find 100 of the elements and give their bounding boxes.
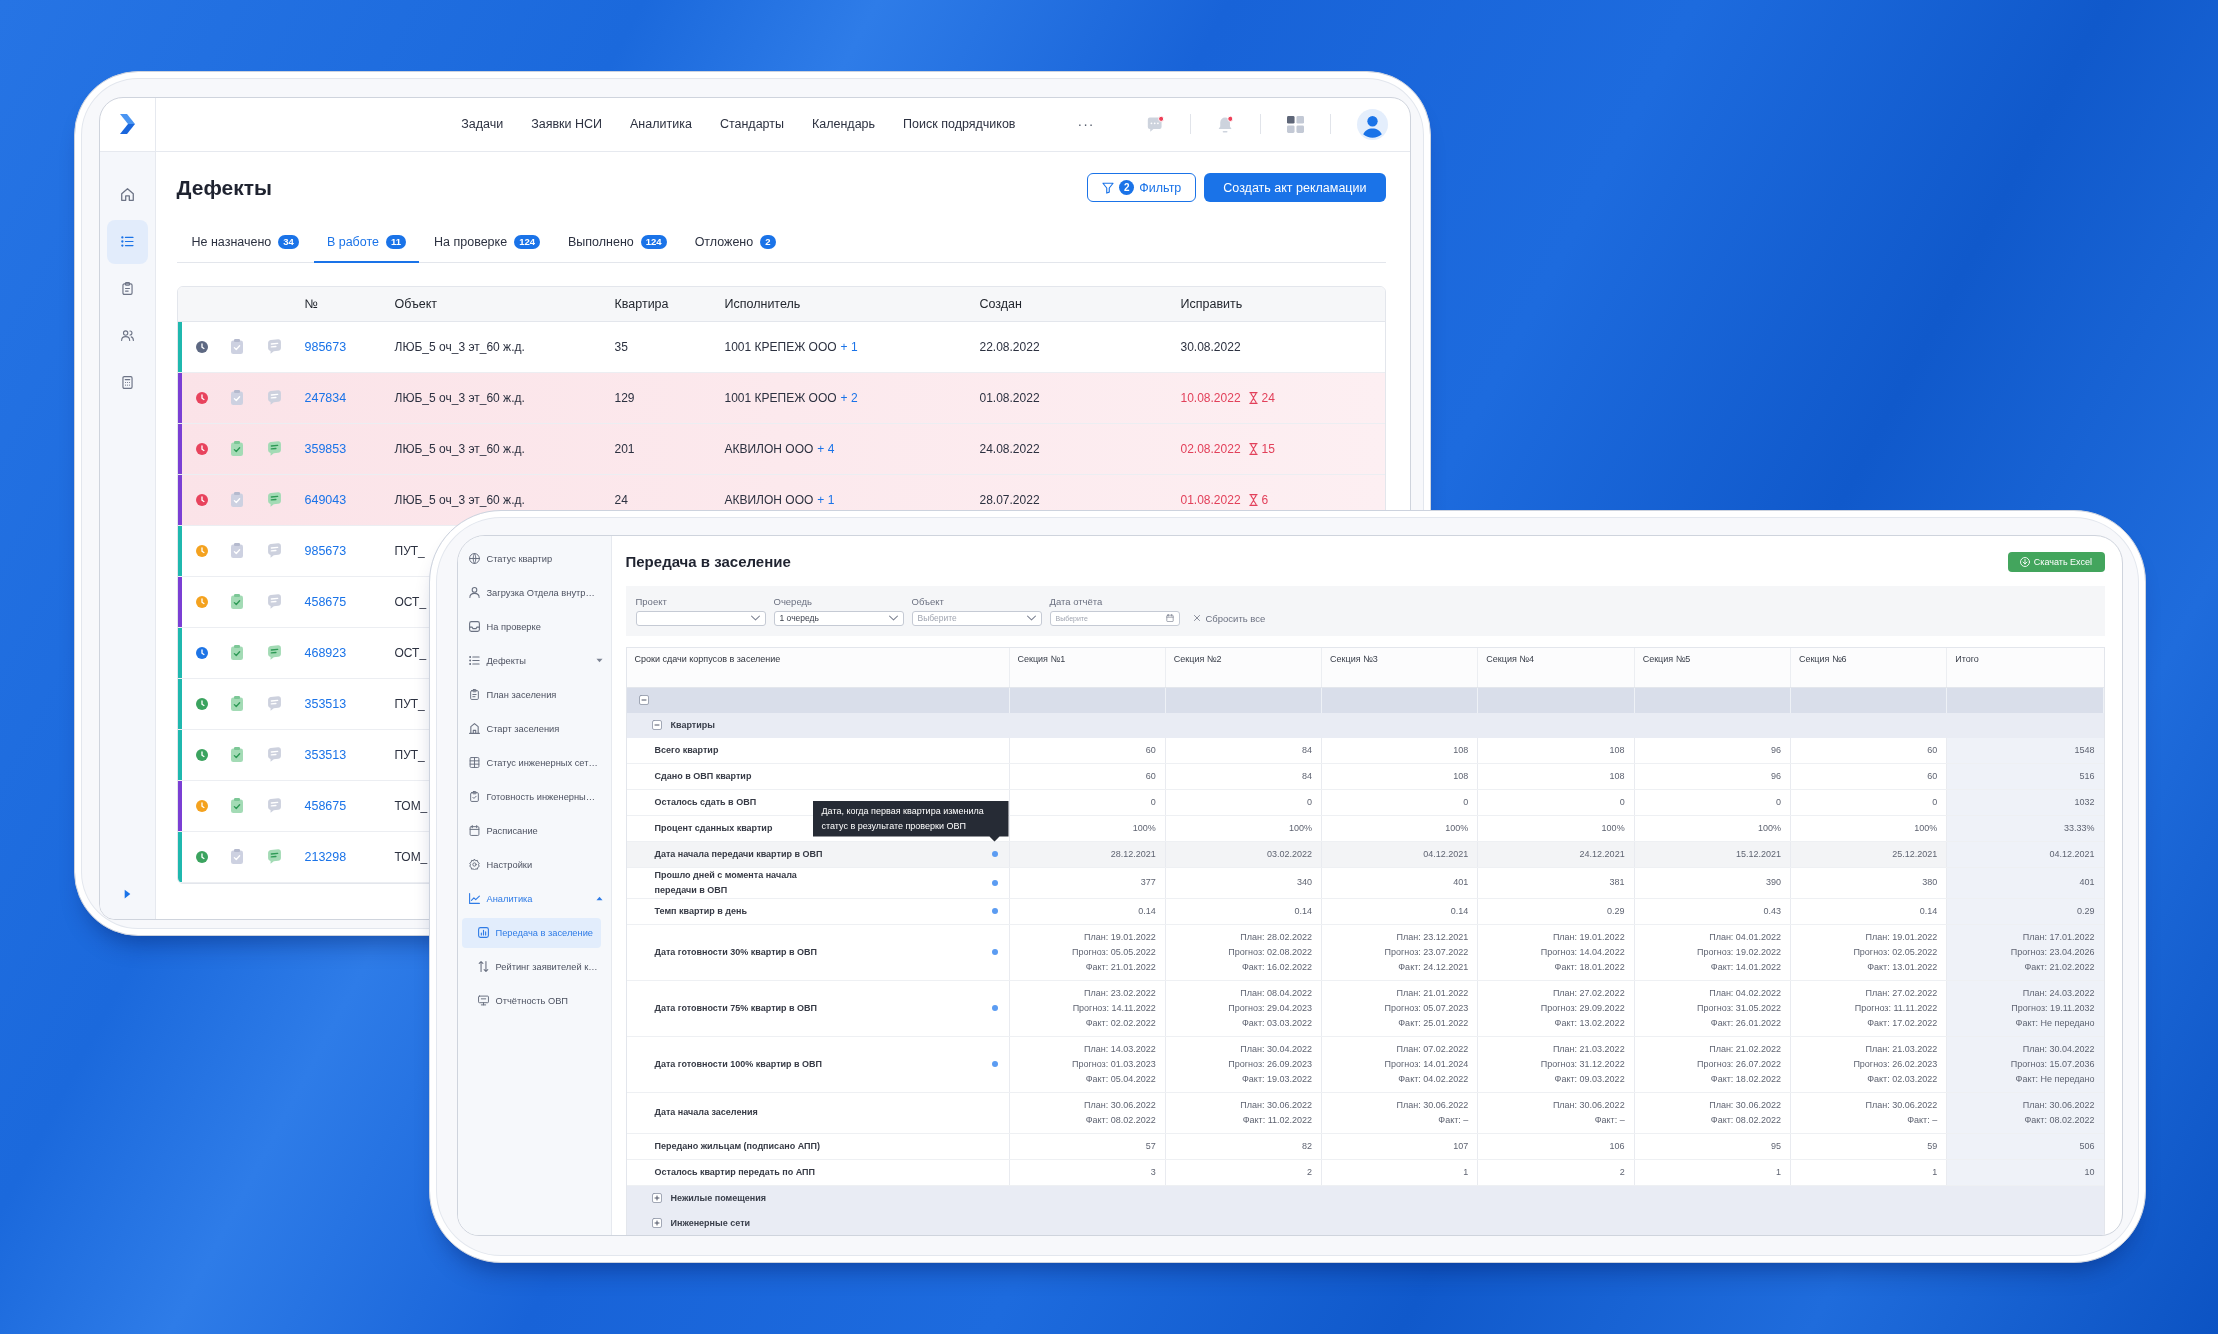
select-field[interactable]: 1 очередь	[773, 610, 904, 626]
row-label: Всего квартир	[654, 743, 719, 757]
sidebar-item[interactable]: Передача в заселение	[461, 917, 601, 948]
reset-button[interactable]: Сбросить все	[1193, 610, 1266, 626]
hourglass-icon	[1248, 442, 1258, 455]
sidebar-item[interactable]: Статус инженерных сет…	[457, 745, 611, 780]
nav-link[interactable]: Заявки НСИ	[531, 117, 602, 131]
table-cell: 60	[1009, 737, 1166, 763]
days-count: 24	[1261, 390, 1275, 405]
defect-number-link[interactable]: 213298	[304, 849, 347, 864]
more-executors-link[interactable]: + 2	[840, 390, 858, 405]
calendar-icon	[468, 825, 480, 836]
select-field[interactable]	[635, 610, 766, 626]
table-cell: План: 27.02.2022 Прогноз: 29.09.2022 Факт: 13.02.2022	[1478, 980, 1635, 1036]
executor-name: 1001 КРЕПЕЖ ООО	[724, 390, 837, 405]
sidebar-item[interactable]: Статус квартир	[457, 541, 611, 576]
sidebar-item[interactable]: Настройки	[457, 847, 611, 882]
object-name: ЛЮБ_5 оч_3 эт_60 ж.д.	[394, 441, 525, 456]
table-cell: 1	[1634, 1159, 1791, 1185]
calendar-icon	[1165, 614, 1174, 622]
group-label: Нежилые помещения	[670, 1193, 766, 1203]
defect-number-link[interactable]: 359853	[304, 441, 347, 456]
info-dot-icon[interactable]	[991, 1005, 998, 1011]
nav-link[interactable]: Задачи	[461, 117, 504, 131]
defect-number-link[interactable]: 353513	[304, 747, 347, 762]
defect-number-link[interactable]: 353513	[304, 696, 347, 711]
table-cell: 03.02.2022	[1165, 841, 1323, 867]
sidebar-item[interactable]: На проверке	[457, 609, 611, 644]
row-label: Процент сданных квартир	[654, 821, 773, 835]
nav-link[interactable]: Календарь	[812, 117, 876, 131]
more-executors-link[interactable]: + 1	[817, 492, 835, 507]
created-date: 24.08.2022	[979, 441, 1040, 456]
close-icon	[1193, 615, 1200, 621]
sidebar-item[interactable]: Аналитика	[457, 881, 611, 916]
row-label: Передано жильцам (подписано АПП)	[654, 1139, 820, 1153]
row-label: Дата готовности 75% квартир в ОВП	[654, 1001, 818, 1015]
table-cell: 96	[1634, 763, 1791, 789]
table-cell: 0	[1322, 789, 1479, 815]
sidebar-item[interactable]: Старт заселения	[457, 711, 611, 746]
caret-right-icon[interactable]	[123, 888, 131, 899]
defect-number-link[interactable]: 985673	[304, 543, 347, 558]
sidebar-item[interactable]: Готовность инженерны…	[457, 779, 611, 814]
field-label: Очередь	[773, 595, 812, 608]
minus-box-icon[interactable]	[638, 695, 649, 705]
defect-number-link[interactable]: 247834	[304, 390, 347, 405]
sidebar-item[interactable]: Загрузка Отдела внутр…	[457, 575, 611, 610]
object-name: ОСТ_	[394, 594, 427, 609]
chat-icon[interactable]	[1146, 115, 1164, 133]
defect-number-link[interactable]: 649043	[304, 492, 347, 507]
sidebar-item[interactable]: Дефекты	[457, 643, 611, 678]
count-badge: 34	[278, 235, 299, 249]
tab[interactable]: Отложено 2	[681, 223, 789, 263]
apps-icon[interactable]	[1286, 115, 1304, 133]
info-dot-icon[interactable]	[991, 879, 998, 886]
logo-icon[interactable]	[118, 114, 136, 134]
plus-box-icon[interactable]	[651, 1193, 662, 1203]
defect-number-link[interactable]: 458675	[304, 594, 347, 609]
plus-box-icon[interactable]	[651, 1218, 662, 1228]
nav-link[interactable]: Поиск подрядчиков	[903, 117, 1016, 131]
defect-number-link[interactable]: 458675	[304, 798, 347, 813]
defect-number-link[interactable]: 468923	[304, 645, 347, 660]
more-menu-button[interactable]: ···	[1077, 116, 1095, 132]
nav-link[interactable]: Стандарты	[719, 117, 784, 131]
column-header: Секция №4	[1478, 647, 1635, 687]
sidebar-item[interactable]: План заселения	[457, 677, 611, 712]
count-badge: 124	[640, 235, 667, 249]
tab[interactable]: Выполнено 124	[555, 223, 680, 263]
bell-icon[interactable]	[1216, 115, 1234, 133]
sidebar-item[interactable]: Отчётность ОВП	[461, 985, 601, 1016]
column-header: Исполнитель	[724, 296, 802, 311]
tab[interactable]: В работе 11	[313, 223, 420, 263]
more-executors-link[interactable]: + 1	[840, 339, 858, 354]
minus-box-icon[interactable]	[651, 720, 662, 730]
more-executors-link[interactable]: + 4	[817, 441, 835, 456]
sidebar-item[interactable]	[106, 219, 148, 264]
tab[interactable]: Не назначено 34	[178, 223, 312, 263]
create-claim-button[interactable]: Создать акт рекламации	[1204, 173, 1386, 202]
table-cell: План: 08.04.2022 Прогноз: 29.04.2023 Факт: 03.03.2022	[1165, 980, 1323, 1036]
clipboard-icon	[468, 689, 480, 700]
sidebar-item[interactable]: Расписание	[457, 813, 611, 848]
tab[interactable]: На проверке 124	[421, 223, 553, 263]
filter-button[interactable]: 2 Фильтр	[1087, 173, 1197, 202]
column-header: Создан	[979, 296, 1023, 311]
table-cell: 516	[1947, 763, 2104, 789]
column-header: №	[304, 296, 319, 311]
info-dot-icon[interactable]	[991, 851, 998, 857]
settings-icon	[468, 859, 480, 870]
sidebar-item[interactable]: Рейтинг заявителей к…	[461, 951, 601, 982]
defect-number-link[interactable]: 985673	[304, 339, 347, 354]
info-dot-icon[interactable]	[991, 949, 998, 955]
table-cell: План: 17.01.2022 Прогноз: 23.04.2026 Факт: 21.02.2022	[1947, 924, 2104, 980]
bar-chart-icon	[477, 927, 489, 938]
table-cell: 04.12.2021	[1947, 841, 2104, 867]
avatar-icon[interactable]	[1356, 108, 1388, 140]
info-dot-icon[interactable]	[991, 908, 998, 914]
column-header: Секция №6	[1790, 647, 1948, 687]
nav-link[interactable]: Аналитика	[630, 117, 692, 131]
row-label: Темп квартир в день	[654, 904, 747, 918]
row-label: Дата начала передачи квартир в ОВП	[654, 847, 823, 861]
info-dot-icon[interactable]	[991, 1061, 998, 1067]
